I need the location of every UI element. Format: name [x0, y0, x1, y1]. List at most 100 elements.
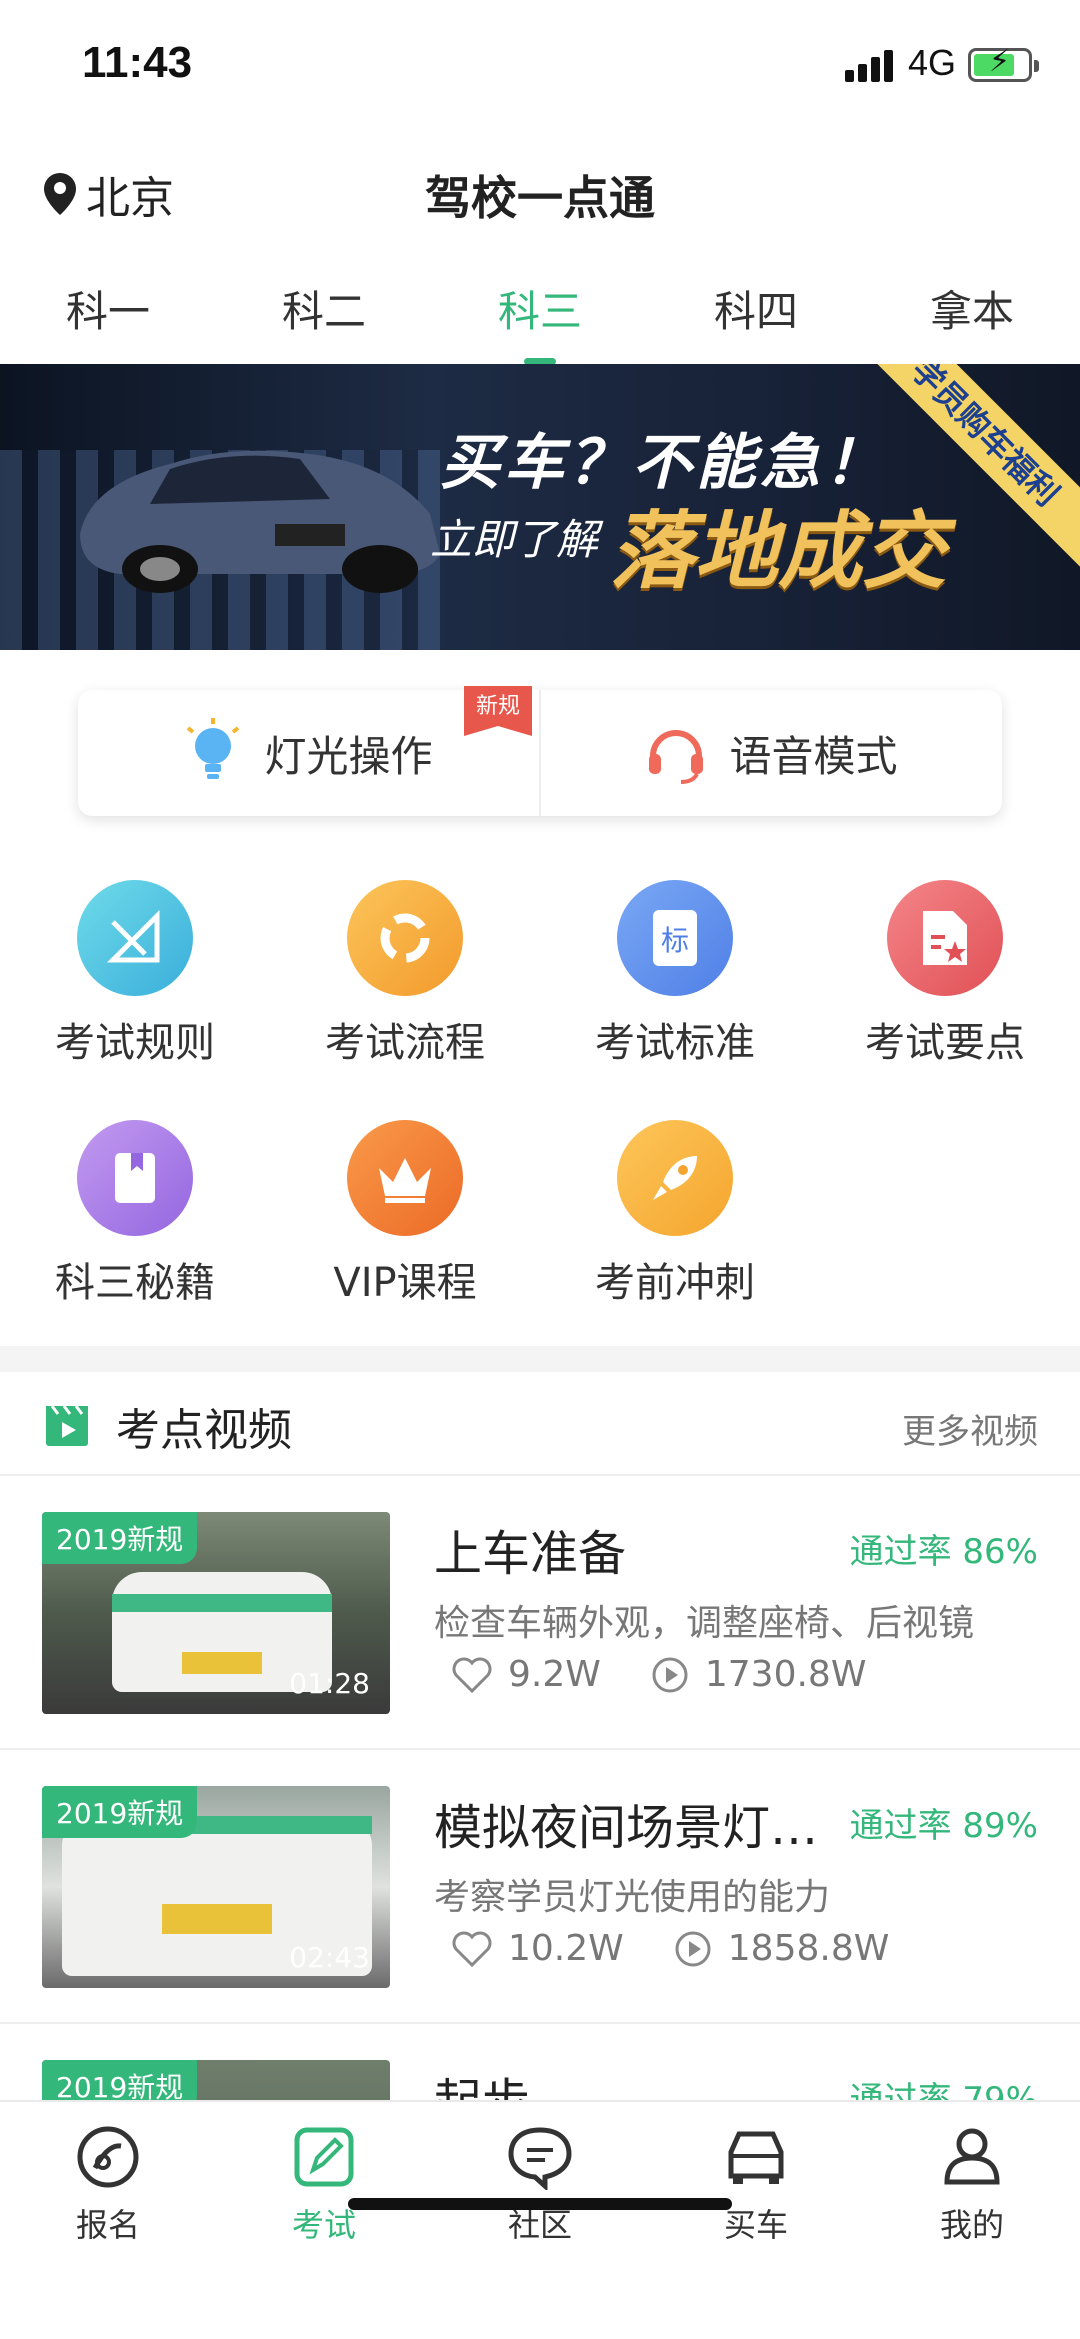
- exam-icon: [216, 2122, 432, 2192]
- tab-ke3[interactable]: 科三: [432, 270, 648, 365]
- video-title: 模拟夜间场景灯…: [434, 1800, 819, 1856]
- video-stats: 9.2W 1730.8W: [452, 1654, 916, 1695]
- video-duration: 01:28: [289, 1667, 370, 1700]
- new-badge: 新规: [464, 686, 532, 736]
- rocket-icon: [617, 1120, 733, 1236]
- tab-label: 科一: [65, 287, 150, 336]
- nav-label: 报名: [75, 2206, 140, 2244]
- car-icon: [648, 2122, 864, 2192]
- video-item[interactable]: 2019新规 01:28 上车准备 通过率 86% 检查车辆外观，调整座椅、后视…: [0, 1476, 1080, 1750]
- like-count-value: 10.2W: [508, 1928, 624, 1969]
- app-header: 北京 驾校一点通: [0, 140, 1080, 240]
- video-section-header: 考点视频 更多视频: [0, 1372, 1080, 1476]
- tab-label: 科四: [713, 287, 798, 336]
- tab-nabem[interactable]: 拿本: [864, 270, 1080, 365]
- nav-community[interactable]: 社区: [432, 2122, 648, 2262]
- new-rule-tag: 2019新规: [42, 1512, 198, 1564]
- vip-course-item[interactable]: VIP课程: [270, 1120, 540, 1360]
- battery-icon: ⚡: [968, 47, 1039, 82]
- tab-label: 拿本: [929, 287, 1014, 336]
- svg-text:标: 标: [661, 924, 689, 957]
- signal-icon: [845, 48, 897, 82]
- subject-tabs: 科一 科二 科三 科四 拿本: [0, 270, 1080, 365]
- play-count-value: 1858.8W: [727, 1928, 890, 1969]
- exam-standard-item[interactable]: 标 考试标准: [540, 880, 810, 1120]
- video-thumbnail[interactable]: 2019新规 01:28: [42, 1512, 390, 1714]
- tab-label: 科三: [497, 287, 582, 336]
- bottom-navigation: 报名 考试 社区 买车 我的: [0, 2100, 1080, 2339]
- like-count: 10.2W: [452, 1928, 624, 1969]
- exam-rules-item[interactable]: 考试规则: [0, 880, 270, 1120]
- bulb-icon: [187, 718, 240, 779]
- video-item[interactable]: 2019新规 02:43 模拟夜间场景灯… 通过率 89% 考察学员灯光使用的能…: [0, 1750, 1080, 2024]
- pass-rate: 通过率 86%: [849, 1532, 1038, 1572]
- video-title: 上车准备: [434, 1526, 627, 1582]
- new-rule-tag: 2019新规: [42, 1786, 198, 1838]
- ke3-tips-item[interactable]: 科三秘籍: [0, 1120, 270, 1360]
- nav-signup[interactable]: 报名: [0, 2122, 216, 2262]
- video-stats: 10.2W 1858.8W: [452, 1928, 939, 1969]
- video-thumbnail[interactable]: 2019新规 02:43: [42, 1786, 390, 1988]
- heart-icon: [452, 1657, 492, 1693]
- cycle-icon: [347, 880, 463, 996]
- profile-icon: [864, 2122, 1080, 2192]
- like-count-value: 9.2W: [508, 1654, 601, 1695]
- status-bar: 11:43 4G ⚡: [0, 0, 1080, 130]
- network-type: 4G: [908, 42, 957, 83]
- book-icon: [77, 1120, 193, 1236]
- grid-label: 科三秘籍: [55, 1260, 215, 1306]
- home-indicator: [348, 2198, 732, 2210]
- mode-label: 语音模式: [729, 731, 898, 781]
- grid-label: 考试规则: [55, 1020, 215, 1066]
- play-icon: [675, 1931, 711, 1966]
- play-icon: [652, 1657, 688, 1692]
- banner-emphasis: 落地成交: [610, 502, 947, 600]
- signup-icon: [0, 2122, 216, 2192]
- play-count: 1858.8W: [674, 1928, 890, 1969]
- nav-label: 我的: [939, 2206, 1004, 2244]
- heart-icon: [452, 1931, 492, 1967]
- thumbnail-plate: [182, 1652, 262, 1674]
- standard-icon: 标: [617, 880, 733, 996]
- grid-label: 考试标准: [595, 1020, 755, 1066]
- voice-mode-button[interactable]: 语音模式: [539, 690, 1002, 816]
- mode-card: 灯光操作 新规 语音模式: [78, 686, 1002, 816]
- exam-process-item[interactable]: 考试流程: [270, 880, 540, 1120]
- grid-label: 考试要点: [865, 1020, 1025, 1066]
- pass-rate: 通过率 89%: [849, 1806, 1038, 1846]
- community-icon: [432, 2122, 648, 2192]
- exam-points-item[interactable]: 考试要点: [810, 880, 1080, 1120]
- app-title: 驾校一点通: [425, 171, 655, 225]
- thumbnail-stripe: [112, 1594, 332, 1612]
- video-duration: 02:43: [289, 1941, 370, 1974]
- document-star-icon: [887, 880, 1003, 996]
- section-divider: [0, 1346, 1080, 1372]
- grid-label: 考前冲刺: [595, 1260, 755, 1306]
- mode-label: 灯光操作: [264, 731, 433, 781]
- tab-ke4[interactable]: 科四: [648, 270, 864, 365]
- nav-buy-car[interactable]: 买车: [648, 2122, 864, 2262]
- light-operation-button[interactable]: 灯光操作 新规: [78, 686, 539, 816]
- grid-label: VIP课程: [333, 1260, 477, 1306]
- status-time: 11:43: [82, 38, 193, 87]
- film-icon: [46, 1405, 88, 1446]
- tab-ke2[interactable]: 科二: [216, 270, 432, 365]
- nav-profile[interactable]: 我的: [864, 2122, 1080, 2262]
- video-description: 考察学员灯光使用的能力: [434, 1877, 831, 1918]
- play-count-value: 1730.8W: [704, 1654, 867, 1695]
- pre-exam-sprint-item[interactable]: 考前冲刺: [540, 1120, 810, 1360]
- more-videos-link[interactable]: 更多视频: [902, 1404, 1038, 1453]
- feature-grid: 考试规则 考试流程 标 考试标准 考试要点 科三秘籍 VIP课程 考前冲刺: [0, 880, 1080, 1360]
- tab-label: 科二: [281, 287, 366, 336]
- like-count: 9.2W: [452, 1654, 601, 1695]
- play-count: 1730.8W: [651, 1654, 867, 1695]
- headset-icon: [649, 730, 704, 784]
- crown-icon: [347, 1120, 463, 1236]
- promo-banner[interactable]: 买车？不能急！ 立即了解 落地成交 学员购车福利: [0, 364, 1080, 650]
- banner-subtitle: 立即了解: [430, 515, 599, 564]
- thumbnail-plate: [162, 1904, 272, 1934]
- ruler-icon: [77, 880, 193, 996]
- grid-label: 考试流程: [325, 1020, 485, 1066]
- nav-exam[interactable]: 考试: [216, 2122, 432, 2262]
- tab-ke1[interactable]: 科一: [0, 270, 216, 365]
